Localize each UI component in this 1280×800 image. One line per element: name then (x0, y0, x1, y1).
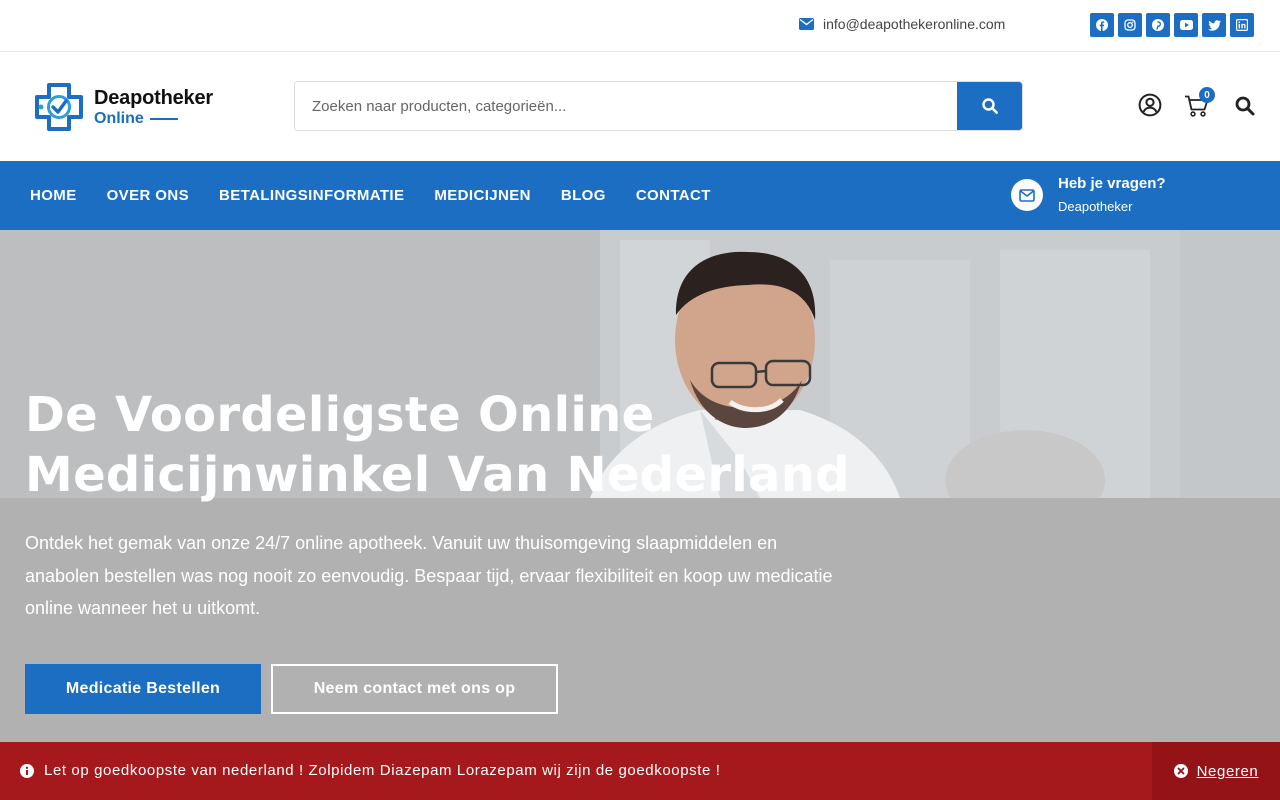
search-input[interactable] (295, 82, 957, 130)
pinterest-icon[interactable] (1146, 13, 1170, 37)
dismiss-notice-button[interactable]: Negeren (1152, 742, 1280, 800)
search-icon (981, 98, 998, 114)
questions-contact-box[interactable]: Heb je vragen? Deapotheker (1011, 175, 1166, 214)
hero-description: Ontdek het gemak van onze 24/7 online ap… (25, 533, 833, 618)
logo-subtitle: Online (94, 109, 144, 127)
site-logo[interactable]: Deapotheker Online (31, 79, 213, 135)
hero-title-line-1: De Voordeligste Online (25, 387, 655, 443)
questions-title: Heb je vragen? (1058, 175, 1166, 192)
nav-item-betalingsinformatie[interactable]: BETALINGSINFORMATIE (219, 187, 404, 204)
nav-item-medicijnen[interactable]: MEDICIJNEN (434, 187, 531, 204)
top-bar: info@deapothekeronline.com (0, 0, 1280, 52)
nav-item-blog[interactable]: BLOG (561, 187, 606, 204)
store-notice-bar: Let op goedkoopste van nederland ! Zolpi… (0, 742, 1280, 800)
product-search (294, 81, 1023, 131)
email-text: info@deapothekeronline.com (823, 16, 1006, 32)
nav-item-over-ons[interactable]: OVER ONS (107, 187, 189, 204)
nav-item-home[interactable]: HOME (30, 187, 77, 204)
nav-menu: HOME OVER ONS BETALINGSINFORMATIE MEDICI… (30, 161, 741, 230)
envelope-outline-icon (1019, 188, 1035, 202)
youtube-icon[interactable] (1174, 13, 1198, 37)
logo-dash (149, 117, 178, 120)
search-toggle-icon[interactable] (1235, 96, 1255, 116)
envelope-icon (799, 18, 814, 30)
close-circle-icon (1173, 764, 1188, 778)
header-actions (1137, 92, 1257, 122)
instagram-icon[interactable] (1118, 13, 1142, 37)
site-header: Deapotheker Online 0 (0, 52, 1280, 161)
facebook-icon[interactable] (1090, 13, 1114, 37)
envelope-circle (1011, 179, 1043, 211)
email-link[interactable]: info@deapothekeronline.com (799, 16, 1005, 32)
main-navigation: HOME OVER ONS BETALINGSINFORMATIE MEDICI… (0, 161, 1280, 230)
hero-title-line-2: Medicijnwinkel Van Nederland (25, 447, 850, 503)
notice-text: Let op goedkoopste van nederland ! Zolpi… (44, 762, 721, 779)
nav-item-contact[interactable]: CONTACT (636, 187, 711, 204)
logo-title: Deapotheker (94, 86, 213, 109)
contact-us-button[interactable]: Neem contact met ons op (271, 664, 558, 714)
questions-subtitle: Deapotheker (1058, 199, 1133, 214)
hero-title: De Voordeligste Online Medicijnwinkel Va… (25, 385, 850, 505)
social-links (1090, 13, 1254, 37)
order-medication-button[interactable]: Medicatie Bestellen (25, 664, 261, 714)
info-icon (20, 763, 34, 778)
user-account-icon[interactable] (1138, 93, 1162, 117)
search-button[interactable] (957, 82, 1022, 130)
linkedin-icon[interactable] (1230, 13, 1254, 37)
hero-section: De Voordeligste Online Medicijnwinkel Va… (0, 230, 1280, 742)
twitter-icon[interactable] (1202, 13, 1226, 37)
cart-count-badge: 0 (1199, 87, 1215, 103)
notice-message: Let op goedkoopste van nederland ! Zolpi… (20, 762, 721, 779)
pharmacy-cross-logo-icon (35, 83, 83, 131)
dismiss-label: Negeren (1196, 762, 1259, 780)
